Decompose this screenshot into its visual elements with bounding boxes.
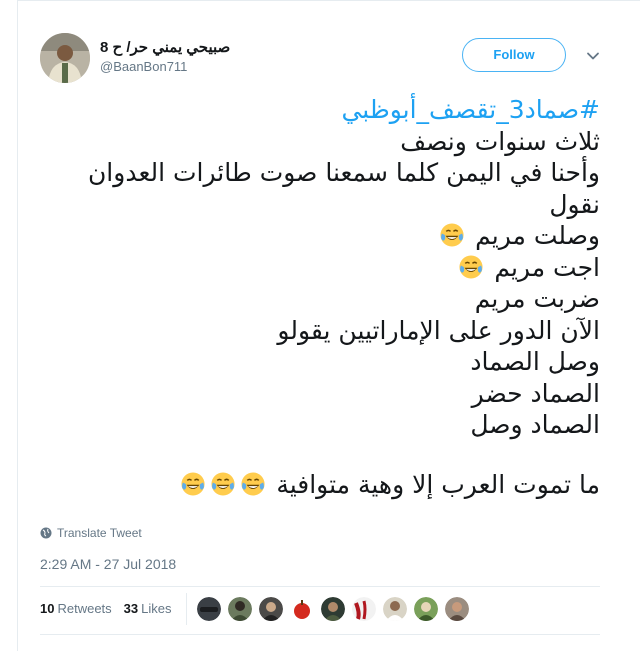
divider	[40, 586, 600, 587]
hashtag-link[interactable]: #صماد3_تقصف_أبوظبي	[40, 94, 600, 126]
translate-tweet-link[interactable]: Translate Tweet	[40, 526, 142, 540]
avatar[interactable]	[40, 33, 90, 83]
tweet-line: الصماد حضر	[471, 378, 600, 408]
tweet-timestamp[interactable]: 2:29 AM - 27 Jul 2018	[40, 556, 176, 572]
liker-avatar[interactable]	[352, 597, 376, 621]
translate-label: Translate Tweet	[57, 526, 142, 540]
likes-count: 33	[123, 601, 139, 616]
tweet-final-line: ما تموت العرب إلا وهية متوافية	[276, 469, 600, 499]
tweet-line: وصل الصماد	[470, 347, 600, 376]
tweet-line: ثلاث سنوات ونصف	[400, 126, 600, 156]
tweet-text: #صماد3_تقصف_أبوظبي ثلاث سنوات ونصف وأحنا…	[40, 94, 600, 500]
tears-of-joy-emoji-icon	[181, 471, 205, 496]
divider	[40, 634, 600, 635]
tears-of-joy-emoji-icon	[241, 471, 265, 496]
tears-of-joy-emoji-icon	[459, 254, 483, 279]
tears-of-joy-emoji-icon	[440, 223, 464, 247]
chevron-down-icon[interactable]	[585, 48, 601, 64]
liker-avatar[interactable]	[228, 597, 252, 621]
tweet-line: الصماد وصل	[470, 410, 600, 439]
tweet-line: الآن الدور على الإماراتيين يقولو	[277, 315, 600, 345]
liker-avatar[interactable]	[290, 597, 314, 621]
retweets-stat[interactable]: 10 Retweets	[40, 601, 112, 616]
user-avatar-icon	[40, 33, 90, 83]
tweet-stats: 10 Retweets 33 Likes	[40, 601, 172, 616]
liker-avatar[interactable]	[197, 597, 221, 621]
liker-avatar[interactable]	[383, 597, 407, 621]
globe-icon	[40, 527, 52, 539]
tweet-line-text: اجت مريم	[494, 252, 600, 282]
liker-avatar[interactable]	[445, 597, 469, 621]
retweets-label: Retweets	[57, 601, 112, 616]
tweet-line-with-emoji: ما تموت العرب إلا وهية متوافية	[40, 469, 600, 501]
follow-button[interactable]: Follow	[462, 38, 566, 72]
likes-label: Likes	[141, 601, 172, 616]
tweet-line-with-emoji: وصلت مريم	[40, 220, 600, 252]
user-handle[interactable]: @BaanBon711	[100, 59, 187, 74]
liker-avatar[interactable]	[259, 597, 283, 621]
likers-avatars	[197, 597, 469, 621]
stats-separator	[186, 593, 187, 625]
liker-avatar[interactable]	[321, 597, 345, 621]
display-name[interactable]: صبيحي يمني حر/ ح 8	[100, 38, 230, 56]
tweet-line-text: وصلت مريم	[475, 221, 600, 250]
tweet-line: وأحنا في اليمن كلما سمعنا صوت طائرات الع…	[87, 158, 600, 187]
tweet-line-with-emoji: اجت مريم	[40, 252, 600, 284]
tweet-line: نقول	[549, 189, 600, 219]
liker-avatar[interactable]	[414, 597, 438, 621]
likes-stat[interactable]: 33 Likes	[124, 601, 172, 616]
retweets-count: 10	[40, 601, 55, 616]
tweet-line: ضربت مريم	[474, 284, 600, 313]
tears-of-joy-emoji-icon	[211, 471, 235, 496]
